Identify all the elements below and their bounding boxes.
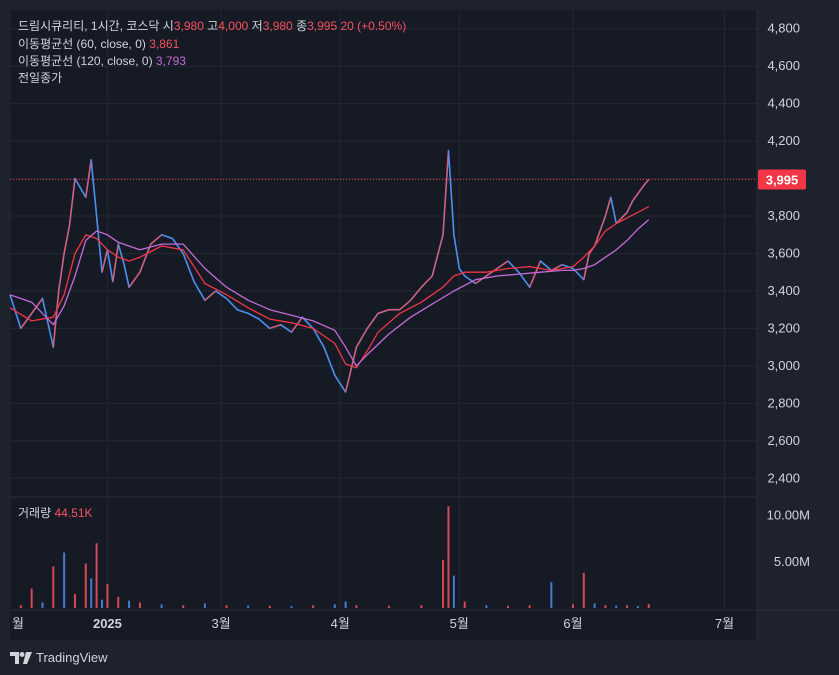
- volume-value: 44.51K: [54, 506, 93, 520]
- close-value: 3,995: [307, 19, 338, 33]
- volume-bar: [73, 594, 76, 608]
- volume-bar: [463, 601, 466, 608]
- volume-bar: [355, 605, 358, 608]
- time-tick-label: 3월: [212, 616, 231, 631]
- volume-bar: [247, 605, 250, 608]
- price-tick-label: 4,800: [767, 21, 800, 36]
- volume-bar: [582, 572, 585, 608]
- volume-bar: [452, 575, 455, 608]
- price-axis: 4,8004,6004,4004,2004,0003,8003,6003,400…: [767, 21, 800, 486]
- ma60-label: 이동평균선 (60, close, 0): [18, 37, 146, 51]
- volume-bar: [636, 606, 639, 608]
- volume-bar: [117, 596, 120, 608]
- volume-tick-label: 5.00M: [774, 554, 810, 569]
- ma120-value: 3,793: [155, 54, 186, 68]
- volume-bar: [312, 605, 315, 608]
- low-label: 저: [251, 19, 263, 33]
- open-value: 3,980: [173, 19, 204, 33]
- volume-bar: [420, 605, 423, 608]
- time-tick-label: 2025: [93, 616, 122, 631]
- time-tick-label: 7월: [715, 616, 734, 631]
- chart-window: 4,800 4,600 4,400 4,200 4,000 3,800 3,600 3,400…: [0, 0, 839, 675]
- price-tick-label: 2,400: [767, 470, 800, 485]
- volume-bar: [387, 605, 390, 608]
- volume-bar: [225, 605, 228, 608]
- time-tick-label: 월: [12, 616, 24, 631]
- low-value: 3,980: [262, 19, 293, 33]
- volume-bar: [528, 605, 531, 608]
- price-tick-label: 4,400: [767, 96, 800, 111]
- symbol-title: 드림시큐리티, 1시간, 코스닥: [18, 19, 160, 33]
- high-value: 4,000: [218, 19, 249, 33]
- volume-bar: [626, 605, 629, 608]
- volume-bar: [290, 606, 293, 608]
- price-tick-label: 3,200: [767, 320, 800, 335]
- volume-bar: [182, 605, 185, 608]
- price-tick-label: 2,600: [767, 433, 800, 448]
- volume-bar: [507, 605, 509, 608]
- prev-close-label: 전일종가: [18, 71, 63, 85]
- price-tick-label: 4,200: [767, 133, 800, 148]
- high-label: 고: [207, 19, 219, 33]
- brand-name: TradingView: [36, 650, 108, 665]
- volume-bar: [138, 602, 141, 608]
- volume-bar: [101, 599, 104, 608]
- volume-bar: [447, 506, 450, 608]
- legend-ma120[interactable]: 이동평균선 (120, close, 0) 3,793: [18, 53, 186, 69]
- volume-bar: [203, 603, 206, 608]
- price-tick-label: 4,600: [767, 58, 800, 73]
- volume-bar: [106, 583, 109, 608]
- volume-bar: [41, 602, 44, 608]
- time-tick-label: 5월: [450, 616, 469, 631]
- volume-bar: [95, 543, 98, 608]
- close-label: 종: [296, 19, 308, 33]
- volume-bar: [485, 605, 488, 608]
- legend-ohlc[interactable]: 드림시큐리티, 1시간, 코스닥 시3,980 고4,000 저3,980 종3…: [18, 18, 406, 34]
- tradingview-icon: [10, 651, 32, 664]
- change-value: 20 (+0.50%): [340, 19, 407, 33]
- volume-bar: [550, 582, 553, 608]
- plot-background: [10, 10, 757, 640]
- ma120-label: 이동평균선 (120, close, 0): [18, 54, 153, 68]
- volume-bar: [604, 605, 607, 608]
- volume-bar: [90, 578, 93, 608]
- ma60-value: 3,861: [149, 37, 180, 51]
- legend-prev-close[interactable]: 전일종가: [18, 70, 62, 86]
- current-price-label: 3,995: [766, 173, 799, 188]
- volume-bar: [19, 605, 22, 608]
- volume-bar: [647, 603, 650, 608]
- volume-bar: [593, 603, 596, 608]
- price-tick-label: 3,400: [767, 283, 800, 298]
- volume-bar: [63, 552, 66, 608]
- price-tick-label: 3,800: [767, 208, 800, 223]
- volume-bar: [442, 559, 445, 608]
- price-tick-label: 3,600: [767, 246, 800, 261]
- time-tick-label: 4월: [331, 616, 350, 631]
- price-tick-label: 2,800: [767, 395, 800, 410]
- volume-bar: [615, 605, 618, 608]
- time-tick-label: 6월: [563, 616, 582, 631]
- volume-bar: [84, 563, 87, 608]
- volume-bar: [571, 604, 574, 608]
- price-chart[interactable]: 4,800 4,600 4,400 4,200 4,000 3,800 3,600 3,400…: [0, 0, 839, 675]
- tradingview-logo[interactable]: TradingView: [10, 650, 108, 665]
- volume-axis: 10.00M 5.00M: [767, 508, 810, 569]
- price-tick-label: 3,000: [767, 358, 800, 373]
- volume-bar: [333, 604, 336, 608]
- open-label: 시: [162, 19, 174, 33]
- legend-ma60[interactable]: 이동평균선 (60, close, 0) 3,861: [18, 36, 179, 52]
- volume-tick-label: 10.00M: [767, 508, 810, 523]
- volume-bar: [128, 600, 131, 608]
- legend-volume[interactable]: 거래량 44.51K: [18, 505, 93, 521]
- volume-bar: [30, 588, 33, 608]
- volume-label: 거래량: [18, 506, 52, 520]
- volume-bar: [52, 566, 55, 608]
- volume-bar: [268, 605, 271, 608]
- volume-bar: [160, 604, 163, 608]
- volume-bar: [344, 601, 347, 608]
